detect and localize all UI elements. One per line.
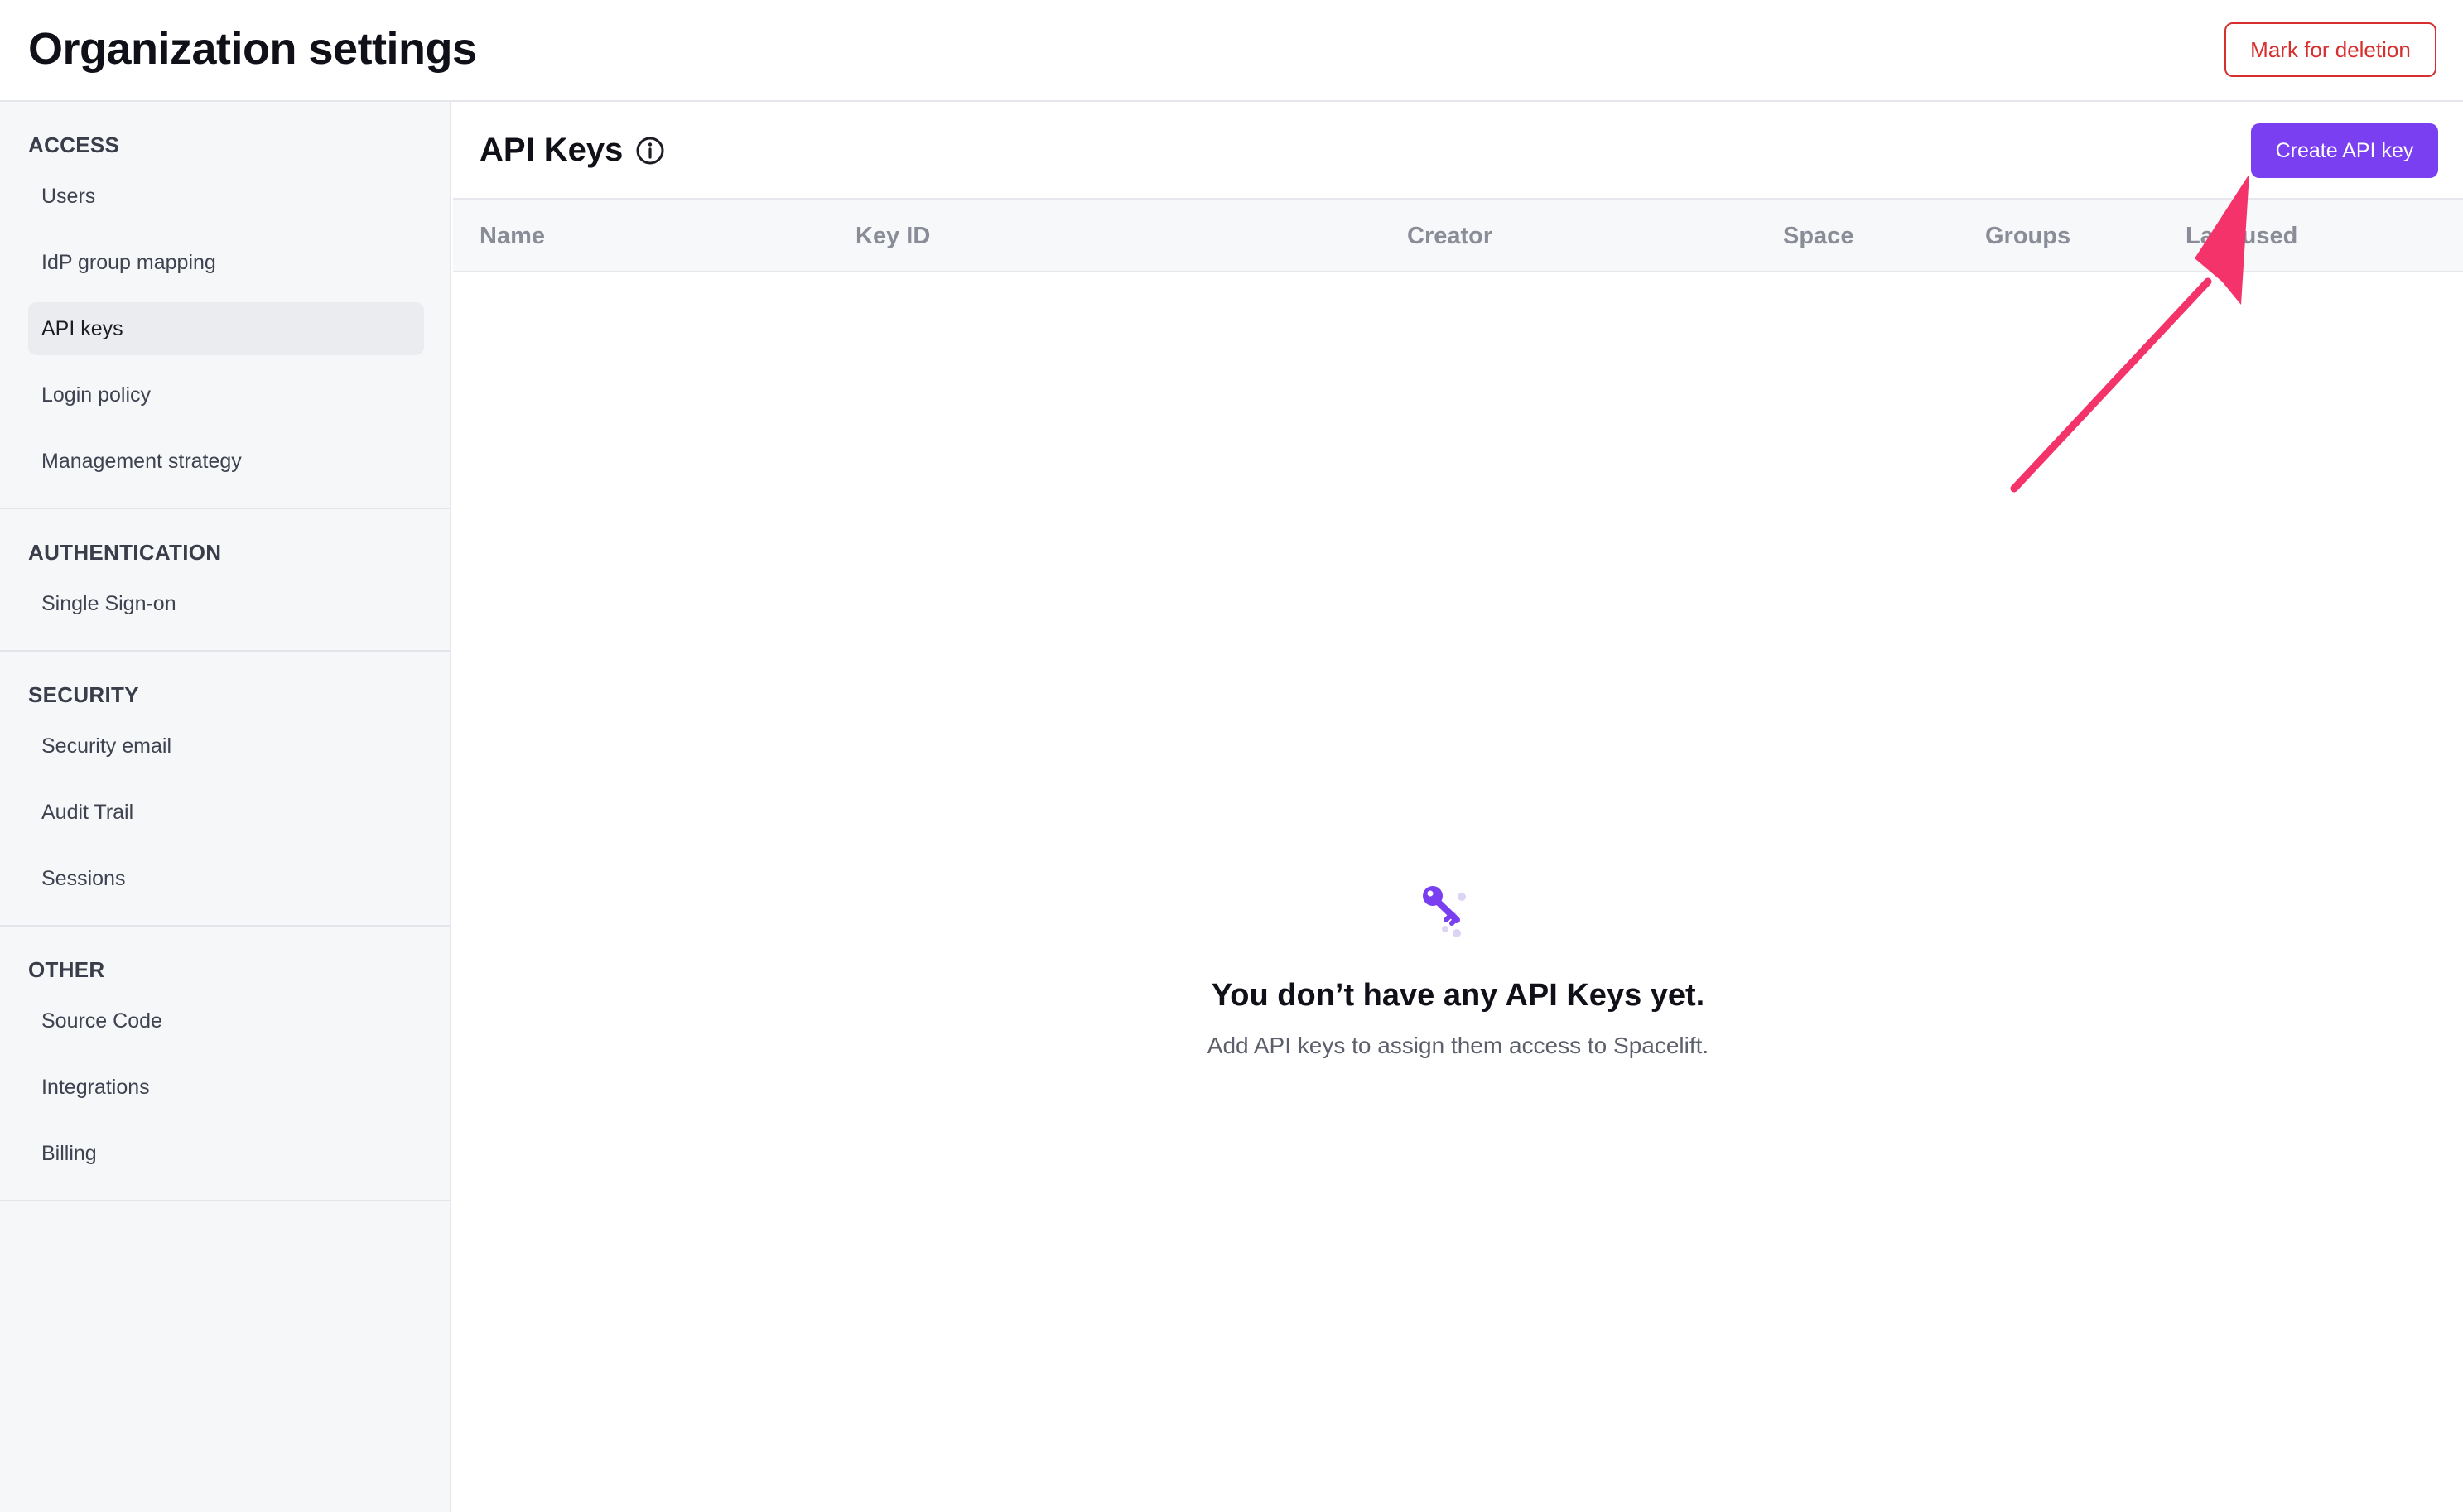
sidebar-section-other: OTHER Source Code Integrations Billing — [0, 927, 450, 1201]
main-panel: API Keys Create API key Name Key ID Crea… — [453, 102, 2463, 1512]
page-title: Organization settings — [28, 24, 477, 74]
column-header-last-used[interactable]: Last used — [2186, 200, 2297, 272]
top-bar: Organization settings Mark for deletion — [0, 0, 2463, 102]
table-header: Name Key ID Creator Space Groups Last us… — [453, 200, 2463, 272]
sidebar-item-source-code[interactable]: Source Code — [28, 994, 424, 1047]
sidebar-section-security: SECURITY Security email Audit Trail Sess… — [0, 652, 450, 927]
empty-state-subtitle: Add API keys to assign them access to Sp… — [1207, 1033, 1709, 1058]
sidebar-section-access: ACCESS Users IdP group mapping API keys … — [0, 102, 450, 509]
key-icon — [1423, 886, 1466, 937]
sidebar-heading: AUTHENTICATION — [28, 540, 222, 565]
empty-state: You don’t have any API Keys yet. Add API… — [453, 272, 2463, 1512]
column-header-groups[interactable]: Groups — [1985, 200, 2070, 272]
sidebar-item-audit-trail[interactable]: Audit Trail — [28, 786, 424, 839]
panel-title: API Keys — [480, 132, 624, 168]
sidebar: ACCESS Users IdP group mapping API keys … — [0, 102, 451, 1512]
sidebar-item-billing[interactable]: Billing — [28, 1127, 424, 1180]
sidebar-item-idp-group-mapping[interactable]: IdP group mapping — [28, 236, 424, 289]
panel-header: API Keys Create API key — [453, 102, 2463, 200]
sidebar-item-security-email[interactable]: Security email — [28, 720, 424, 773]
sidebar-item-api-keys[interactable]: API keys — [28, 302, 424, 355]
column-header-key-id[interactable]: Key ID — [856, 200, 930, 272]
sidebar-item-users[interactable]: Users — [28, 170, 424, 223]
column-header-name[interactable]: Name — [480, 200, 545, 272]
sidebar-heading: OTHER — [28, 957, 105, 982]
empty-state-title: You don’t have any API Keys yet. — [1211, 978, 1705, 1013]
page: Organization settings Mark for deletion … — [0, 0, 2463, 1512]
sidebar-item-integrations[interactable]: Integrations — [28, 1061, 424, 1114]
sidebar-item-sessions[interactable]: Sessions — [28, 852, 424, 905]
column-header-space[interactable]: Space — [1783, 200, 1853, 272]
create-api-key-button[interactable]: Create API key — [2251, 123, 2438, 178]
info-icon[interactable] — [634, 134, 667, 167]
sidebar-heading: ACCESS — [28, 132, 120, 157]
sidebar-item-management-strategy[interactable]: Management strategy — [28, 435, 424, 488]
sidebar-item-login-policy[interactable]: Login policy — [28, 368, 424, 421]
sidebar-heading: SECURITY — [28, 682, 139, 707]
sidebar-section-authentication: AUTHENTICATION Single Sign-on — [0, 509, 450, 652]
column-header-creator[interactable]: Creator — [1407, 200, 1492, 272]
mark-for-deletion-button[interactable]: Mark for deletion — [2224, 22, 2436, 77]
sidebar-item-single-sign-on[interactable]: Single Sign-on — [28, 577, 424, 630]
